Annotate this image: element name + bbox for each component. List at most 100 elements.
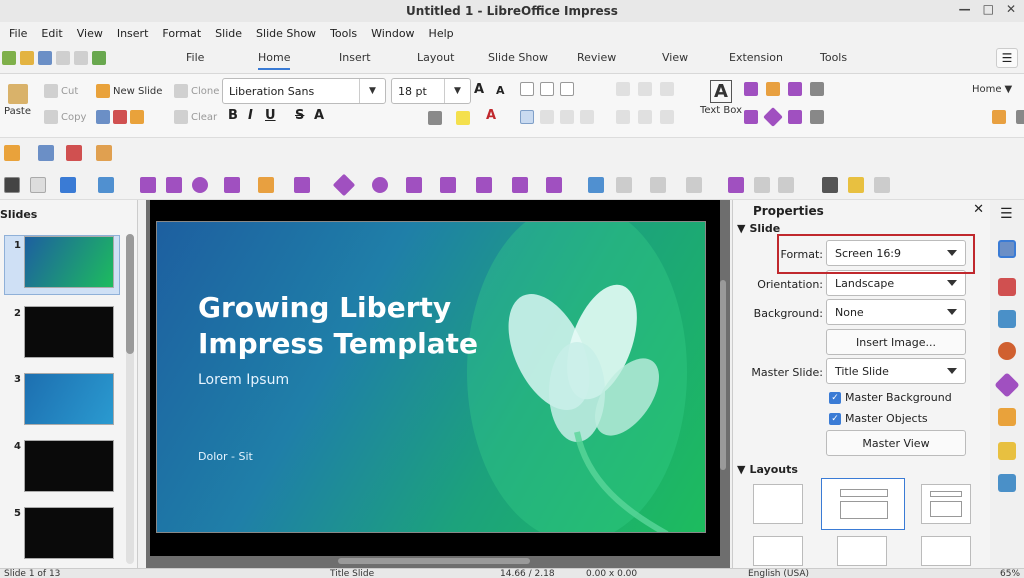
- menu-window[interactable]: Window: [364, 27, 421, 40]
- line-color-icon[interactable]: [60, 177, 76, 193]
- chevron-down-icon[interactable]: ▼: [359, 79, 385, 103]
- new-slide-button[interactable]: New Slide: [96, 84, 162, 98]
- master-slides-deck-icon[interactable]: [998, 408, 1016, 426]
- connector-icon[interactable]: [788, 82, 802, 96]
- curve-icon[interactable]: [766, 82, 780, 96]
- symbol-shapes-icon[interactable]: [372, 177, 388, 193]
- line-style-icon[interactable]: [810, 82, 824, 96]
- menu-slide[interactable]: Slide: [208, 27, 249, 40]
- menu-slide-show[interactable]: Slide Show: [249, 27, 323, 40]
- align-center-vertical-icon[interactable]: [540, 82, 554, 96]
- cut-button[interactable]: Cut: [44, 84, 78, 98]
- arrow-tool-icon[interactable]: [224, 177, 240, 193]
- layout-title-content-2[interactable]: [921, 484, 971, 524]
- 3d-objects-icon[interactable]: [546, 177, 562, 193]
- duplicate-slide-icon[interactable]: [96, 110, 110, 124]
- tab-review[interactable]: Review: [577, 51, 616, 64]
- master-objects-checkbox[interactable]: ✓ Master Objects: [829, 412, 928, 425]
- line-tool-icon[interactable]: [140, 177, 156, 193]
- tab-insert[interactable]: Insert: [339, 51, 371, 64]
- menu-hamburger-button[interactable]: ☰: [996, 48, 1018, 68]
- save-icon[interactable]: [38, 51, 52, 65]
- zoom-status[interactable]: 65%: [1000, 569, 1020, 578]
- align-bottom-icon[interactable]: [560, 82, 574, 96]
- decrease-paragraph-spacing-icon[interactable]: [660, 110, 674, 124]
- sidebar-menu-icon[interactable]: ☰: [1000, 206, 1013, 222]
- text-box-button[interactable]: A Text Box: [700, 80, 742, 116]
- editor-vertical-scrollbar[interactable]: [720, 280, 726, 470]
- font-color-icon[interactable]: A: [486, 108, 496, 123]
- shadow-icon[interactable]: A: [314, 108, 324, 123]
- slide-thumbnail-2[interactable]: [24, 306, 114, 358]
- tab-extension[interactable]: Extension: [729, 51, 783, 64]
- block-arrows-icon[interactable]: [406, 177, 422, 193]
- grow-font-icon[interactable]: A: [474, 82, 484, 97]
- align-center-icon[interactable]: [540, 110, 554, 124]
- justify-icon[interactable]: [580, 110, 594, 124]
- crop-icon[interactable]: [754, 177, 770, 193]
- minimize-icon[interactable]: —: [959, 2, 971, 16]
- align-right-icon[interactable]: [560, 110, 574, 124]
- delete-slide-icon[interactable]: [113, 110, 127, 124]
- menu-view[interactable]: View: [70, 27, 110, 40]
- fill-color-icon[interactable]: [788, 110, 802, 124]
- italic-icon[interactable]: I: [248, 108, 253, 123]
- master-slide-dropdown[interactable]: Title Slide: [826, 358, 966, 384]
- editor-horizontal-scrollbar[interactable]: [338, 558, 530, 564]
- close-icon[interactable]: ✕: [973, 202, 984, 217]
- font-size-combo[interactable]: 18 pt ▼: [391, 78, 471, 104]
- close-window-icon[interactable]: ✕: [1006, 2, 1016, 16]
- slide-layout-icon[interactable]: [96, 145, 112, 161]
- slides-pane-scrollbar[interactable]: [126, 234, 134, 564]
- layout-centered-text[interactable]: [921, 536, 971, 566]
- slide-title[interactable]: Growing Liberty Impress Template: [198, 290, 498, 362]
- rectangle-icon[interactable]: [744, 110, 758, 124]
- layout-blank[interactable]: [753, 484, 803, 524]
- background-dropdown[interactable]: None: [826, 299, 966, 325]
- rectangle-tool-icon[interactable]: [166, 177, 182, 193]
- current-slide[interactable]: Growing Liberty Impress Template Lorem I…: [156, 221, 706, 533]
- slide-footer-text[interactable]: Dolor - Sit: [198, 450, 253, 463]
- numbered-list-icon[interactable]: [638, 82, 652, 96]
- maximize-icon[interactable]: □: [983, 2, 994, 16]
- language-status[interactable]: English (USA): [748, 569, 809, 578]
- menu-help[interactable]: Help: [422, 27, 461, 40]
- outline-list-icon[interactable]: [660, 82, 674, 96]
- filter-icon[interactable]: [778, 177, 794, 193]
- bold-icon[interactable]: B: [228, 108, 238, 123]
- menu-insert[interactable]: Insert: [110, 27, 156, 40]
- select-pointer-icon[interactable]: [4, 177, 20, 193]
- settings-icon[interactable]: [1016, 110, 1024, 124]
- ellipse-tool-icon[interactable]: [192, 177, 208, 193]
- section-slide-header[interactable]: ▼ Slide: [737, 222, 780, 235]
- delete-slide-icon[interactable]: [66, 145, 82, 161]
- paste-button[interactable]: Paste: [4, 84, 31, 117]
- animation-deck-icon[interactable]: [998, 442, 1016, 460]
- tab-slide-show[interactable]: Slide Show: [488, 51, 548, 64]
- clone-button[interactable]: Clone: [174, 84, 219, 98]
- diamond-icon[interactable]: [763, 107, 783, 127]
- shadow-icon[interactable]: [728, 177, 744, 193]
- tab-file[interactable]: File: [186, 51, 204, 64]
- slide-subtitle[interactable]: Lorem Ipsum: [198, 372, 289, 388]
- shrink-font-icon[interactable]: A: [496, 84, 505, 97]
- home-dropdown[interactable]: Home ▼: [972, 84, 1012, 95]
- align-objects-icon[interactable]: [616, 177, 632, 193]
- tab-layout[interactable]: Layout: [417, 51, 454, 64]
- shadow-toggle-icon[interactable]: [810, 110, 824, 124]
- tab-view[interactable]: View: [662, 51, 688, 64]
- section-layouts-header[interactable]: ▼ Layouts: [737, 463, 798, 476]
- flowchart-icon[interactable]: [440, 177, 456, 193]
- underline-icon[interactable]: U: [265, 108, 276, 123]
- slide-thumbnail-1[interactable]: [24, 236, 114, 288]
- shapes-deck-icon[interactable]: [994, 372, 1020, 398]
- connector-tool-icon[interactable]: [294, 177, 310, 193]
- styles-deck-icon[interactable]: [998, 278, 1016, 296]
- area-fill-icon[interactable]: [98, 177, 114, 193]
- slide-thumbnail-3[interactable]: [24, 373, 114, 425]
- rotate-icon[interactable]: [588, 177, 604, 193]
- menu-file[interactable]: File: [2, 27, 34, 40]
- line-icon[interactable]: [744, 82, 758, 96]
- increase-paragraph-spacing-icon[interactable]: [638, 110, 652, 124]
- star-icon[interactable]: [512, 177, 528, 193]
